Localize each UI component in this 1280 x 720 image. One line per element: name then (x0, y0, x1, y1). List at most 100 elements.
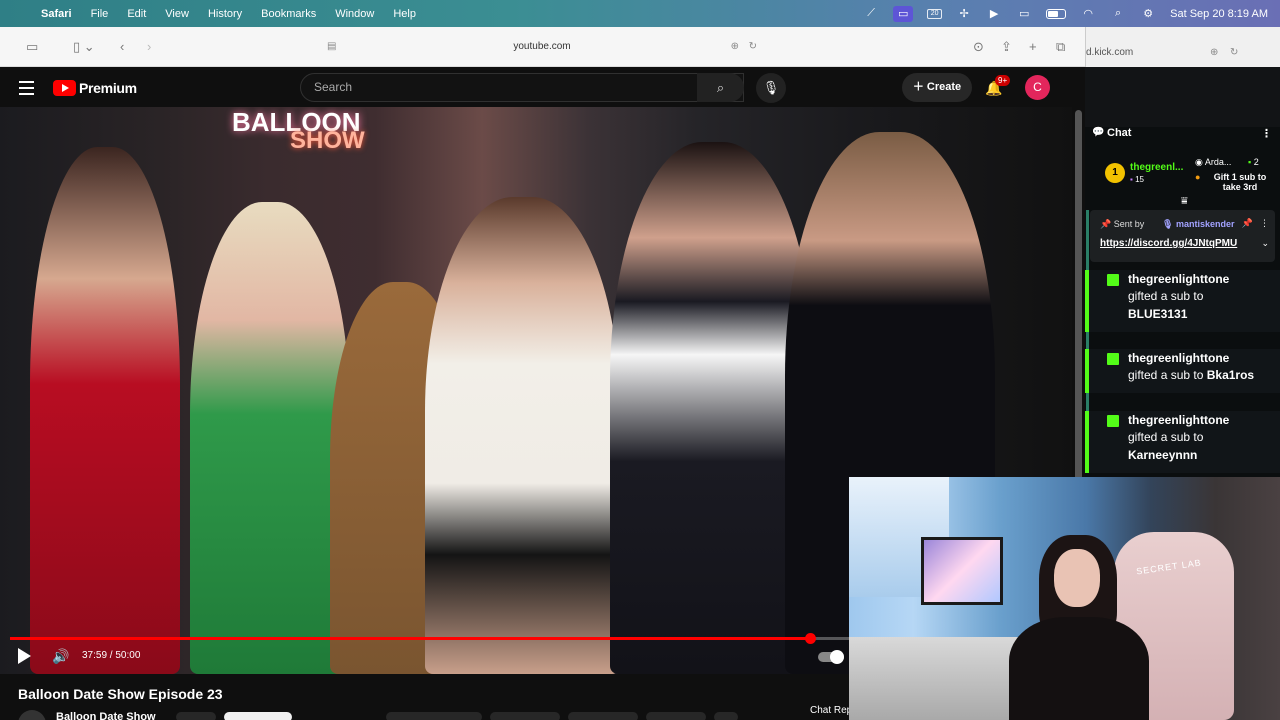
menu-icon[interactable] (19, 81, 34, 99)
downloads-icon[interactable]: ⊙ (973, 39, 984, 55)
message-target: Bka1ros (1206, 368, 1255, 382)
address-text: youtube.com (513, 41, 571, 52)
leaderboard-first-count: ▪ 15 (1130, 175, 1144, 184)
search-button[interactable]: ⌕ (697, 73, 744, 102)
pinned-user[interactable]: 🎙 mantiskender (1162, 219, 1234, 230)
tabs-icon[interactable]: ⧉ (1056, 39, 1065, 55)
message-text: gifted a sub to (1128, 368, 1204, 382)
youtube-play-icon (53, 80, 76, 96)
broadcast-icon[interactable]: ⟋ (863, 7, 879, 20)
pinned-message[interactable]: 📌 Sent by 🎙 mantiskender 📌 ⋮ https://dis… (1090, 210, 1275, 262)
autoplay-toggle[interactable] (818, 650, 844, 664)
account-avatar[interactable]: C (1025, 75, 1050, 100)
screen-share-icon[interactable]: ▭ (893, 5, 914, 22)
pinned-sent-by: 📌 Sent by (1100, 219, 1145, 229)
volume-icon[interactable]: 🔊 (52, 648, 69, 665)
progress-fill (10, 637, 810, 640)
gift-sub-icon (1107, 274, 1119, 286)
notifications-badge: 9+ (995, 75, 1011, 86)
streamer-body (1009, 617, 1149, 720)
new-tab-icon[interactable]: + (1029, 39, 1037, 54)
sidebar-icon[interactable]: ▯ ⌄ (73, 39, 95, 55)
back-icon[interactable]: ‹ (120, 39, 124, 54)
gift-sub-icon (1107, 415, 1119, 427)
chat-message: thegreenlighttone gifted a sub to Karnee… (1085, 411, 1280, 473)
channel-name[interactable]: Balloon Date Show (56, 711, 156, 720)
control-center-icon[interactable]: ⚙ (1140, 8, 1156, 20)
webcam-overlay: SECRET LAB (849, 477, 1280, 720)
progress-scrubber[interactable] (804, 633, 816, 644)
forward-icon[interactable]: › (147, 39, 151, 54)
kick-address[interactable]: d.kick.com (1086, 47, 1133, 58)
channel-avatar[interactable] (18, 710, 46, 720)
second-name: Arda... (1204, 157, 1232, 167)
youtube-logo[interactable]: Premium (53, 80, 137, 96)
message-target[interactable]: Karneeynnn (1128, 448, 1197, 462)
chat-replay-label[interactable]: Chat Rep (810, 705, 852, 716)
share-icon[interactable]: ⇪ (1001, 39, 1012, 55)
menu-file[interactable]: File (91, 8, 109, 20)
chat-message: thegreenlighttone gifted a sub to Bka1ro… (1085, 349, 1280, 393)
leaderboard-first-name[interactable]: thegreenl... (1130, 162, 1183, 173)
page-menu-icon[interactable]: ▤ (327, 36, 336, 58)
translate-icon[interactable]: ⊕ (1210, 47, 1218, 58)
menu-edit[interactable]: Edit (127, 8, 146, 20)
safari-toolbar: ▭ ▯ ⌄ ‹ › ▤ youtube.com ⊕ ↻ ⊙ ⇪ + ⧉ (0, 27, 1085, 67)
search-icon[interactable]: ⌕ (1110, 7, 1126, 20)
tab-overview-icon[interactable]: ▭ (26, 39, 38, 55)
macos-menu-bar: Safari File Edit View History Bookmarks … (0, 0, 1280, 27)
menu-help[interactable]: Help (393, 8, 416, 20)
wifi-icon[interactable]: ◠ (1080, 8, 1096, 20)
message-user[interactable]: thegreenlighttone (1128, 351, 1229, 365)
address-bar[interactable]: ▤ youtube.com ⊕ ↻ (323, 36, 761, 58)
create-label: Create (926, 81, 962, 93)
pinned-link[interactable]: https://discord.gg/4JNtqPMU (1100, 238, 1237, 249)
subscribe-button[interactable] (224, 712, 292, 720)
notifications-bell-icon[interactable]: 🔔 9+ (985, 75, 1011, 97)
reload-icon[interactable]: ↻ (1230, 47, 1238, 58)
more-actions-button[interactable] (714, 712, 738, 720)
menu-window[interactable]: Window (335, 8, 374, 20)
action-pill[interactable] (176, 712, 216, 720)
person-red-dress (30, 147, 180, 674)
video-title: Balloon Date Show Episode 23 (18, 686, 223, 702)
clip-button[interactable] (646, 712, 706, 720)
share-button[interactable] (490, 712, 560, 720)
leaderboard-third-text[interactable]: Gift 1 sub to take 3rd (1210, 172, 1270, 192)
microphone-icon[interactable]: 🎙 (756, 73, 786, 103)
play-icon[interactable] (18, 648, 31, 664)
calendar-20-icon[interactable]: 20 (927, 8, 943, 19)
menu-view[interactable]: View (165, 8, 189, 20)
collapse-leaderboard-icon[interactable]: ⩸ (1181, 195, 1188, 208)
chat-more-icon[interactable]: ⋮ (1261, 127, 1272, 140)
message-user[interactable]: thegreenlighttone (1128, 272, 1229, 286)
scrollbar-thumb[interactable] (1075, 110, 1082, 510)
pinned-more-icon[interactable]: ⋮ (1260, 218, 1269, 229)
chevron-down-icon[interactable]: ⌄ (1261, 238, 1269, 249)
like-button[interactable] (386, 712, 482, 720)
create-button[interactable]: ＋ Create (902, 73, 972, 102)
logo-text: Premium (79, 80, 137, 96)
pin-icon[interactable]: 📌 (1242, 218, 1253, 229)
menu-safari[interactable]: Safari (41, 8, 72, 20)
menu-history[interactable]: History (208, 8, 242, 20)
menu-bookmarks[interactable]: Bookmarks (261, 8, 316, 20)
leaderboard-rank-1-badge: 1 (1105, 163, 1125, 183)
menubar-datetime[interactable]: Sat Sep 20 8:19 AM (1170, 8, 1268, 20)
play-circle-icon[interactable]: ▶ (986, 8, 1002, 20)
person-white-top (425, 197, 620, 674)
airdrop-icon[interactable]: ✢ (956, 8, 972, 20)
translate-icon[interactable]: ⊕ (731, 36, 739, 58)
second-count-value: 2 (1253, 157, 1259, 167)
message-target[interactable]: BLUE3131 (1128, 307, 1187, 321)
chat-message: thegreenlighttone gifted a sub to BLUE31… (1085, 270, 1280, 332)
search-input[interactable]: Search (300, 73, 744, 102)
battery-icon[interactable] (1046, 8, 1067, 19)
download-button[interactable] (568, 712, 638, 720)
message-text: gifted a sub to (1128, 289, 1204, 303)
message-text: gifted a sub to (1128, 430, 1204, 444)
leaderboard-second[interactable]: ◉ Arda... (1195, 157, 1231, 168)
reload-icon[interactable]: ↻ (749, 36, 757, 58)
message-user[interactable]: thegreenlighttone (1128, 413, 1229, 427)
display-icon[interactable]: ▭ (1016, 8, 1032, 20)
